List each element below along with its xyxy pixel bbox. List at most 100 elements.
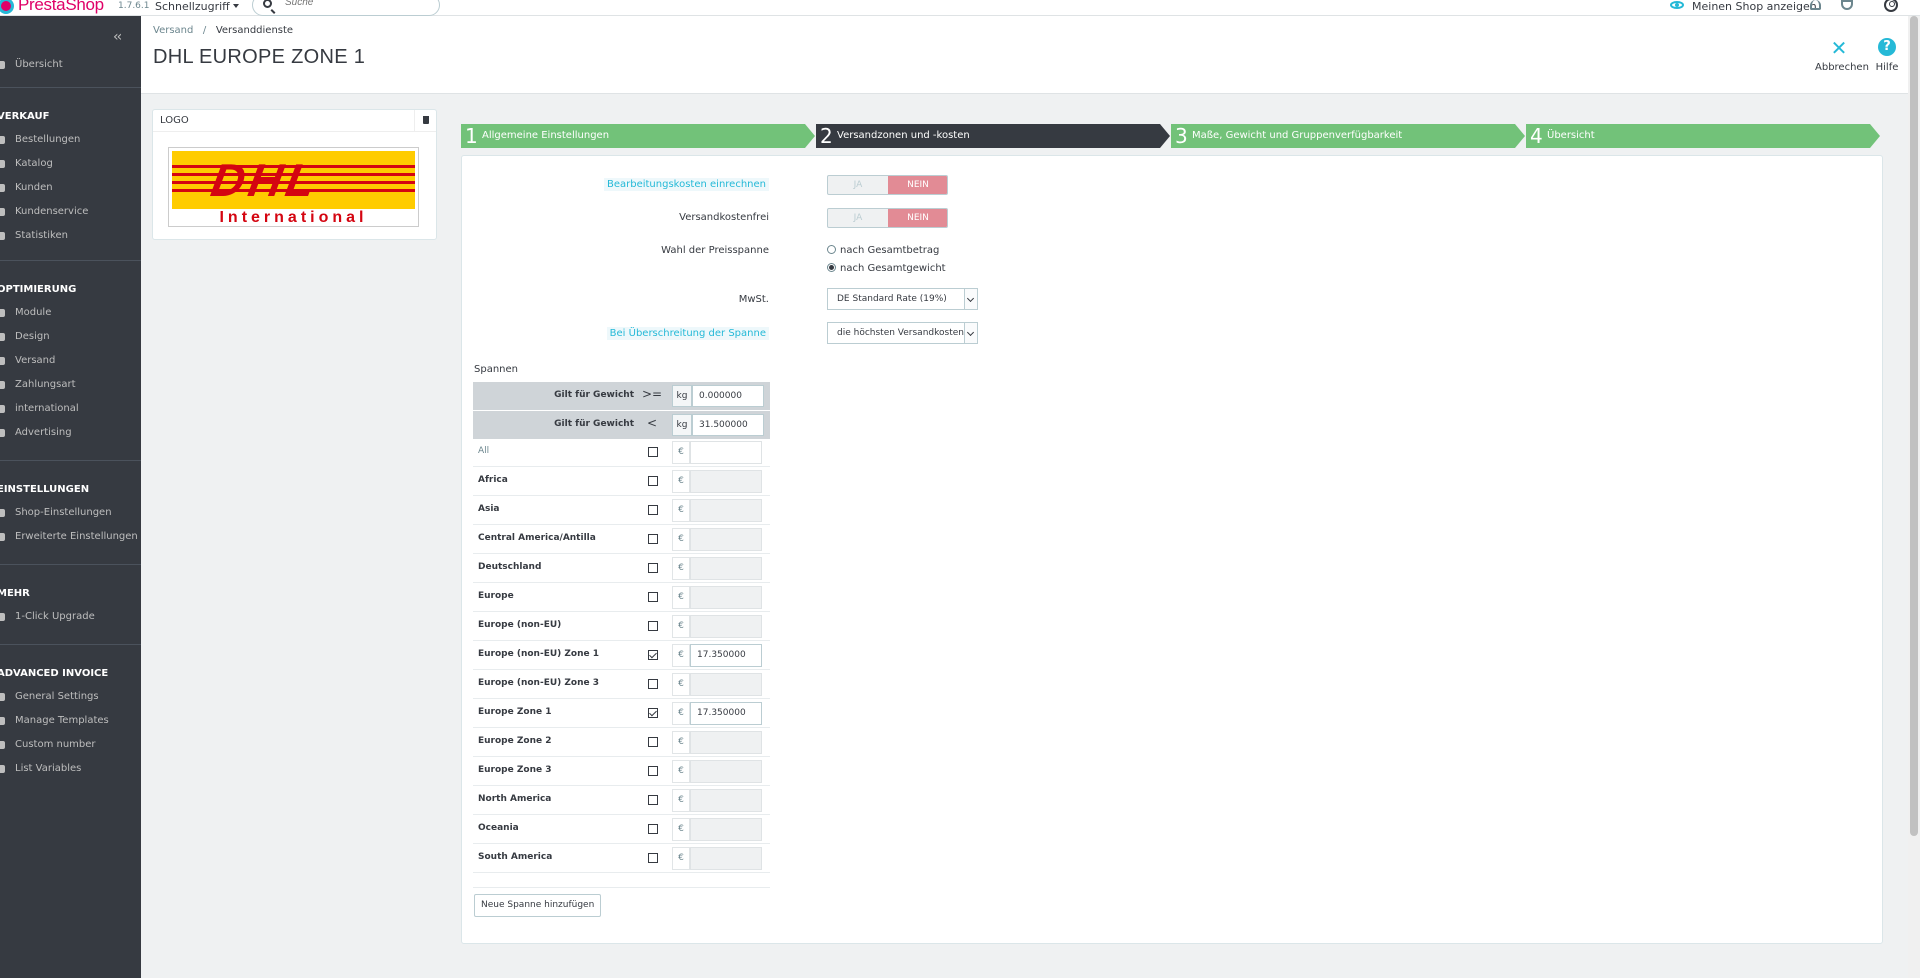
zone-price-input[interactable]	[690, 528, 762, 551]
step-4-summary[interactable]: 4 Übersicht	[1526, 124, 1880, 148]
breadcrumb-link-versand[interactable]: Versand	[153, 25, 193, 36]
zone-price-input[interactable]	[690, 615, 762, 638]
free-shipping-switch[interactable]: JA NEIN	[827, 208, 948, 228]
sidebar-item-label: Module	[15, 307, 52, 318]
zone-checkbox[interactable]	[648, 679, 658, 689]
vertical-scrollbar[interactable]	[1908, 16, 1920, 978]
sidebar-item-international[interactable]: international	[0, 398, 141, 420]
sidebar-item-custom-number[interactable]: Custom number	[0, 734, 141, 756]
step-arrow	[805, 124, 815, 148]
zone-price-input[interactable]	[690, 499, 762, 522]
radio-button[interactable]	[827, 263, 836, 272]
search-box[interactable]	[252, 0, 440, 16]
eye-icon[interactable]	[1670, 1, 1684, 9]
prestashop-logo-icon[interactable]	[0, 0, 14, 14]
billing-option-total-price[interactable]: nach Gesamtbetrag	[827, 245, 939, 256]
sidebar-item-label: Kundenservice	[15, 206, 89, 217]
zone-price-input[interactable]	[690, 470, 762, 493]
zone-checkbox[interactable]	[648, 795, 658, 805]
switch-yes[interactable]: JA	[828, 209, 888, 227]
notification-bell-icon[interactable]	[1810, 0, 1821, 10]
sidebar-item-1-click-upgrade[interactable]: 1-Click Upgrade	[0, 606, 141, 628]
step-1-general-settings[interactable]: 1 Allgemeine Einstellungen	[461, 124, 815, 148]
zone-name: Europe (non-EU) Zone 3	[478, 678, 600, 688]
switch-yes[interactable]: JA	[828, 176, 888, 194]
sidebar-item-list-variables[interactable]: List Variables	[0, 758, 141, 780]
sidebar-item-payment[interactable]: Zahlungsart	[0, 374, 141, 396]
sidebar-item-shop-settings[interactable]: Shop-Einstellungen	[0, 502, 141, 524]
sidebar-item-general-settings[interactable]: General Settings	[0, 686, 141, 708]
sidebar-item-modules[interactable]: Module	[0, 302, 141, 324]
zone-price-input[interactable]	[690, 731, 762, 754]
handling-costs-label[interactable]: Bearbeitungskosten einrechnen	[603, 178, 769, 191]
chevron-down-icon[interactable]	[964, 323, 977, 343]
help-button[interactable]: ? Hilfe	[1863, 38, 1911, 73]
step-3-size-weight-groups[interactable]: 3 Maße, Gewicht und Gruppenverfügbarkeit	[1171, 124, 1525, 148]
sidebar-item-manage-templates[interactable]: Manage Templates	[0, 710, 141, 732]
sidebar-item-advertising[interactable]: Advertising	[0, 422, 141, 444]
zone-price-input[interactable]: 17.350000	[690, 702, 762, 725]
zone-checkbox[interactable]	[648, 853, 658, 863]
switch-no[interactable]: NEIN	[888, 209, 947, 227]
sidebar-item-catalog[interactable]: Katalog	[0, 153, 141, 175]
range-lower-input[interactable]: 0.000000	[692, 385, 764, 407]
sidebar-item-orders[interactable]: Bestellungen	[0, 129, 141, 151]
sidebar-item-label: Manage Templates	[15, 715, 109, 726]
zone-checkbox[interactable]	[648, 708, 658, 718]
sidebar-item-label: 1-Click Upgrade	[15, 611, 95, 622]
chevron-down-icon[interactable]	[964, 289, 977, 309]
sidebar-item-overview[interactable]: Übersicht	[0, 54, 141, 76]
step-2-zones-costs[interactable]: 2 Versandzonen und -kosten	[816, 124, 1170, 148]
zone-price-input[interactable]	[690, 441, 762, 464]
zone-checkbox[interactable]	[648, 737, 658, 747]
handling-costs-switch[interactable]: JA NEIN	[827, 175, 948, 195]
billing-option-total-weight[interactable]: nach Gesamtgewicht	[827, 263, 946, 274]
out-of-range-label[interactable]: Bei Überschreitung der Spanne	[606, 327, 769, 340]
sidebar-item-customers[interactable]: Kunden	[0, 177, 141, 199]
zone-checkbox[interactable]	[648, 824, 658, 834]
radio-button[interactable]	[827, 245, 836, 254]
zone-price-input[interactable]	[690, 847, 762, 870]
zone-checkbox[interactable]	[648, 592, 658, 602]
collapse-sidebar-icon[interactable]: ‹‹	[113, 29, 122, 45]
add-range-button[interactable]: Neue Spanne hinzufügen	[474, 894, 602, 917]
out-of-range-select[interactable]: die höchsten Versandkosten a	[827, 322, 978, 344]
view-shop-link[interactable]: Meinen Shop anzeigen	[1692, 0, 1817, 13]
scrollbar-thumb[interactable]	[1910, 16, 1918, 836]
globe-icon	[0, 405, 5, 413]
zone-checkbox[interactable]	[648, 447, 658, 457]
zone-checkbox[interactable]	[648, 766, 658, 776]
sidebar-item-shipping[interactable]: Versand	[0, 350, 141, 372]
range-row-lower: Gilt für Gewicht >= kg 0.000000	[473, 382, 770, 410]
zone-checkbox[interactable]	[648, 650, 658, 660]
quick-access-menu[interactable]: Schnellzugriff	[155, 0, 239, 13]
puzzle-icon	[0, 693, 5, 701]
cancel-button[interactable]: ✕ Abbrechen	[1815, 38, 1869, 73]
zone-price-input[interactable]	[690, 673, 762, 696]
brand-name[interactable]: PrestaShop	[18, 0, 104, 15]
zone-price-input[interactable]	[690, 818, 762, 841]
sidebar-section-optimierung: OPTIMIERUNG	[0, 284, 77, 295]
sidebar-item-customer-service[interactable]: Kundenservice	[0, 201, 141, 223]
zone-price-input[interactable]	[690, 789, 762, 812]
search-input[interactable]	[285, 0, 425, 8]
zone-checkbox[interactable]	[648, 563, 658, 573]
search-icon[interactable]	[263, 0, 272, 8]
zone-price-input[interactable]: 17.350000	[690, 644, 762, 667]
tax-select[interactable]: DE Standard Rate (19%)	[827, 288, 978, 310]
delete-logo-icon[interactable]	[414, 110, 436, 132]
zone-checkbox[interactable]	[648, 534, 658, 544]
zone-price-input[interactable]	[690, 557, 762, 580]
range-upper-input[interactable]: 31.500000	[692, 414, 764, 436]
trophy-icon[interactable]	[1841, 0, 1853, 10]
zone-checkbox[interactable]	[648, 621, 658, 631]
zone-checkbox[interactable]	[648, 476, 658, 486]
sidebar-item-design[interactable]: Design	[0, 326, 141, 348]
sidebar-item-advanced-settings[interactable]: Erweiterte Einstellungen	[0, 526, 141, 548]
zone-price-input[interactable]	[690, 760, 762, 783]
switch-no[interactable]: NEIN	[888, 176, 947, 194]
sidebar-item-statistics[interactable]: Statistiken	[0, 225, 141, 247]
zone-checkbox[interactable]	[648, 505, 658, 515]
zone-price-input[interactable]	[690, 586, 762, 609]
user-account-icon[interactable]	[1884, 0, 1898, 12]
